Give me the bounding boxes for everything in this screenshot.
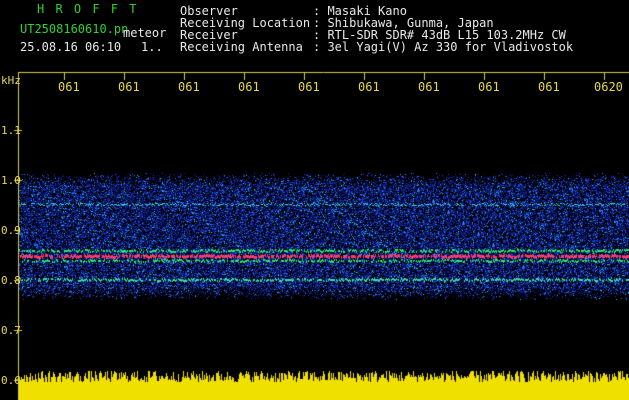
filename: UT2508160610.pn [20, 22, 129, 36]
x-tick-9: 061 [538, 80, 560, 94]
hroffft-window: { "header": { "app_name": "H R O F F T",… [0, 0, 629, 400]
y-tick-1.1: 1.1 [1, 124, 21, 137]
antenna-value: : 3el Yagi(V) Az 330 for Vladivostok [313, 40, 574, 54]
datetime: 25.08.16 06:10 [20, 40, 122, 54]
y-tick-0.7: 0.7 [1, 324, 21, 337]
meteor-label: meteor [123, 26, 167, 40]
x-tick-7: 061 [418, 80, 440, 94]
y-unit-label: kHz [1, 74, 21, 87]
y-tick-0.6: 0.6 [1, 374, 21, 387]
x-tick-8: 061 [478, 80, 500, 94]
x-tick-10: 0620 [594, 80, 623, 94]
app-title: H R O F F T [37, 2, 139, 16]
x-tick-4: 061 [238, 80, 260, 94]
page-indicator: 1.. [141, 40, 163, 54]
antenna-label: Receiving Antenna [180, 40, 303, 54]
y-tick-0.8: 0.8 [1, 274, 21, 287]
y-tick-0.9: 0.9 [1, 224, 21, 237]
x-tick-2: 061 [118, 80, 140, 94]
x-tick-1: 061 [58, 80, 80, 94]
y-tick-1.0: 1.0 [1, 174, 21, 187]
spectrogram-canvas [0, 0, 629, 400]
x-tick-3: 061 [178, 80, 200, 94]
x-tick-6: 061 [358, 80, 380, 94]
x-tick-5: 061 [298, 80, 320, 94]
